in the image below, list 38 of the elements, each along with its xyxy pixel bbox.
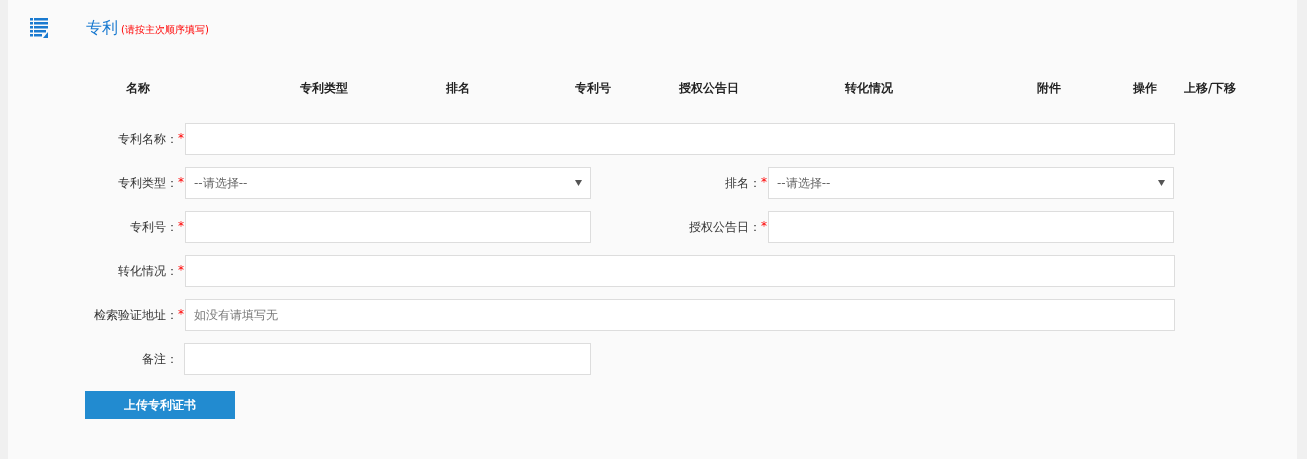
required-mark: * (761, 176, 767, 188)
column-header: 附件 (1037, 81, 1062, 97)
list-icon (30, 18, 48, 38)
field-label: 备注： (141, 351, 178, 367)
select-field[interactable]: --请选择-- (185, 167, 591, 199)
field-label: 排名： (724, 175, 761, 191)
input-field[interactable] (185, 255, 1175, 287)
input-field[interactable]: 如没有请填写无 (185, 299, 1175, 331)
column-header: 转化情况 (845, 81, 894, 97)
caret-icon (575, 180, 582, 186)
input-field[interactable] (768, 211, 1174, 243)
column-header: 专利号 (575, 81, 612, 97)
upload-button[interactable]: 上传专利证书 (85, 391, 235, 419)
column-header: 名称 (126, 81, 151, 97)
field-label: 检索验证地址： (93, 307, 178, 323)
required-mark: * (178, 220, 184, 232)
column-header: 排名 (446, 81, 471, 97)
field-label: 专利名称： (117, 131, 178, 147)
column-header: 专利类型 (300, 81, 349, 97)
input-field[interactable] (184, 343, 591, 375)
field-label: 授权公告日： (688, 219, 761, 235)
input-field[interactable] (185, 123, 1175, 155)
section-title: 专利 (86, 17, 118, 39)
column-header: 上移/下移 (1184, 81, 1238, 97)
select-field[interactable]: --请选择-- (768, 167, 1174, 199)
required-mark: * (178, 308, 184, 320)
section-note: (请按主次顺序填写) (121, 23, 209, 37)
field-label: 专利类型： (117, 175, 178, 191)
required-mark: * (178, 176, 184, 188)
required-mark: * (178, 264, 184, 276)
column-header: 授权公告日 (679, 81, 740, 97)
field-label: 转化情况： (117, 263, 178, 279)
caret-icon (1158, 180, 1165, 186)
field-label: 专利号： (129, 219, 178, 235)
column-header: 操作 (1133, 81, 1158, 97)
input-field[interactable] (185, 211, 591, 243)
required-mark: * (178, 132, 184, 144)
required-mark: * (761, 220, 767, 232)
